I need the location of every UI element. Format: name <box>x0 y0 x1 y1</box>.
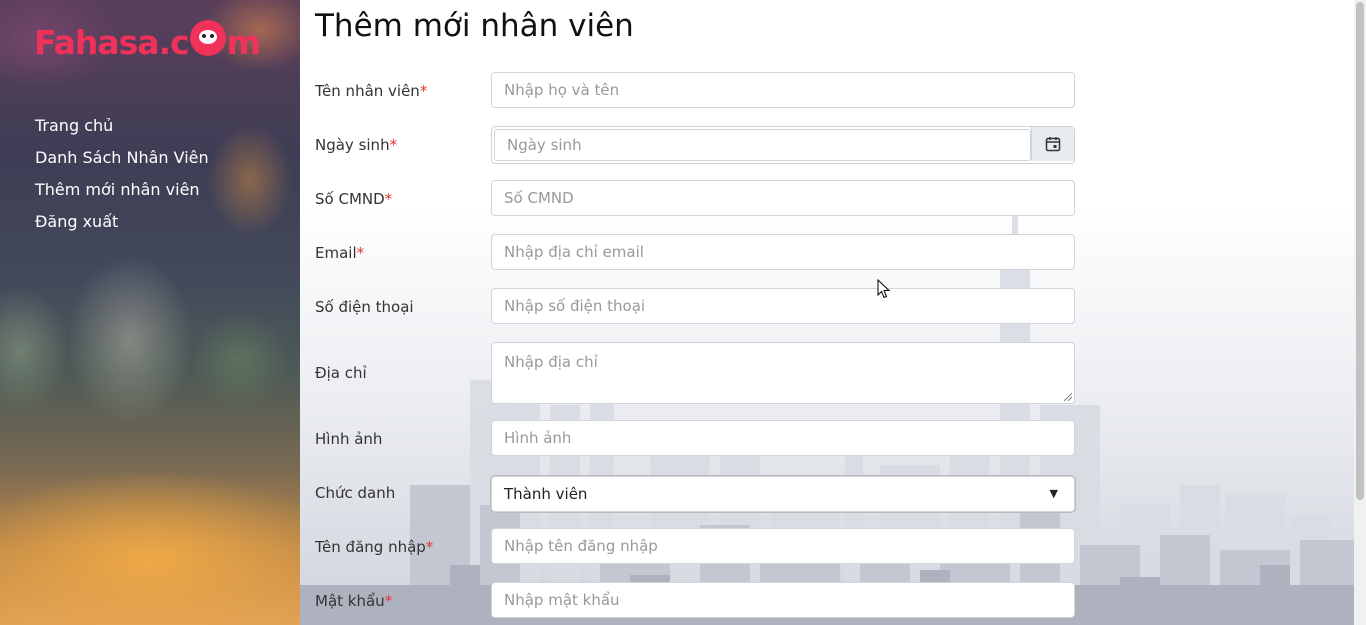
form-row-name: Tên nhân viên* Nhập họ và tên <box>315 72 1077 110</box>
password-label: Mật khẩu* <box>315 592 393 610</box>
email-input[interactable]: Nhập địa chỉ email <box>491 234 1075 270</box>
form-row-phone: Số điện thoại Nhập số điện thoại <box>315 288 1077 326</box>
dob-input[interactable]: Ngày sinh <box>491 126 1075 164</box>
form-row-email: Email* Nhập địa chỉ email <box>315 234 1077 272</box>
dob-label: Ngày sinh* <box>315 136 398 154</box>
address-label: Địa chỉ <box>315 364 367 382</box>
email-label: Email* <box>315 244 365 262</box>
calendar-icon[interactable] <box>1031 127 1074 161</box>
position-select[interactable]: Thành viên ▼ <box>491 476 1075 512</box>
form-row-position: Chức danh Thành viên ▼ <box>315 474 1077 512</box>
name-label: Tên nhân viên* <box>315 82 428 100</box>
image-input[interactable]: Hình ảnh <box>491 420 1075 456</box>
position-label: Chức danh <box>315 484 396 502</box>
form-row-username: Tên đăng nhập* Nhập tên đăng nhập <box>315 528 1077 566</box>
sidebar-item-employee-list[interactable]: Danh Sách Nhân Viên <box>35 142 209 174</box>
resize-handle-icon[interactable] <box>1064 393 1072 401</box>
sidebar-item-add-employee[interactable]: Thêm mới nhân viên <box>35 174 209 206</box>
phone-label: Số điện thoại <box>315 298 414 316</box>
image-label: Hình ảnh <box>315 430 383 448</box>
dob-text[interactable]: Ngày sinh <box>494 129 1031 161</box>
logo-text-end: m <box>226 22 261 62</box>
password-input[interactable]: Nhập mật khẩu <box>491 582 1075 618</box>
form-row-dob: Ngày sinh* Ngày sinh <box>315 126 1077 164</box>
position-selected-value: Thành viên <box>504 485 588 503</box>
sidebar-nav: Trang chủ Danh Sách Nhân Viên Thêm mới n… <box>35 110 209 238</box>
sidebar-item-logout[interactable]: Đăng xuất <box>35 206 209 238</box>
scrollbar-thumb[interactable] <box>1356 2 1364 500</box>
username-label: Tên đăng nhập* <box>315 538 434 556</box>
logo-text: Fahasa.c <box>34 22 190 62</box>
sidebar-item-home[interactable]: Trang chủ <box>35 110 209 142</box>
form-row-image: Hình ảnh Hình ảnh <box>315 420 1077 458</box>
fahasa-logo[interactable]: Fahasa.c m <box>34 20 261 62</box>
id-card-label: Số CMND* <box>315 190 393 208</box>
address-textarea[interactable]: Nhập địa chỉ <box>491 342 1075 404</box>
mascot-icon <box>189 20 226 56</box>
main-content: Thêm mới nhân viên Tên nhân viên* Nhập h… <box>300 0 1354 625</box>
name-input[interactable]: Nhập họ và tên <box>491 72 1075 108</box>
form-row-password: Mật khẩu* Nhập mật khẩu <box>315 582 1077 620</box>
id-card-input[interactable]: Số CMND <box>491 180 1075 216</box>
form-row-address: Địa chỉ Nhập địa chỉ <box>315 342 1077 404</box>
address-placeholder: Nhập địa chỉ <box>504 353 598 371</box>
page-title: Thêm mới nhân viên <box>315 8 634 44</box>
sidebar: Fahasa.c m Trang chủ Danh Sách Nhân Viên … <box>0 0 300 625</box>
caret-down-icon: ▼ <box>1049 487 1058 500</box>
form-row-id-card: Số CMND* Số CMND <box>315 180 1077 218</box>
mouse-pointer-icon <box>877 279 891 299</box>
vertical-scrollbar[interactable] <box>1354 0 1366 625</box>
username-input[interactable]: Nhập tên đăng nhập <box>491 528 1075 564</box>
phone-input[interactable]: Nhập số điện thoại <box>491 288 1075 324</box>
